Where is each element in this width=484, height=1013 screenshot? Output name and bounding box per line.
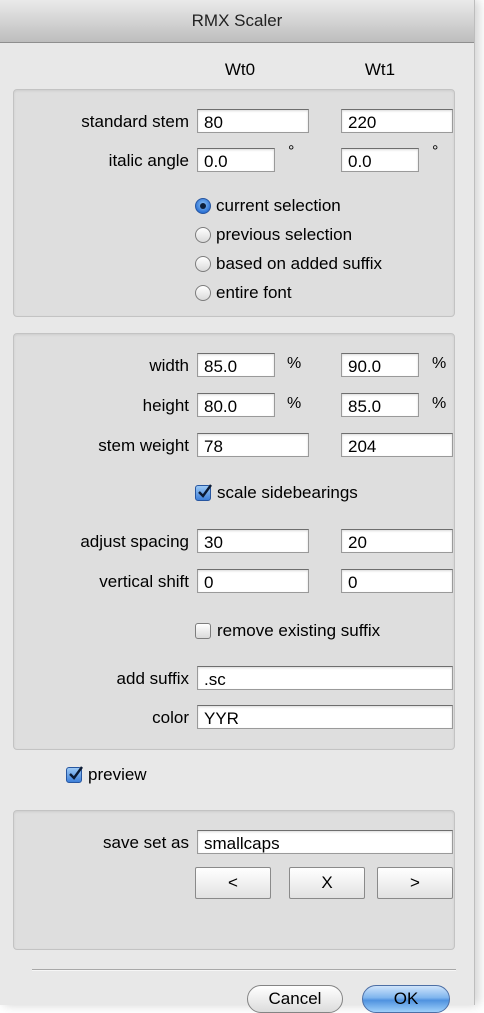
width-wt1-unit: %: [432, 355, 447, 372]
height-wt1-field[interactable]: 85.0: [341, 393, 419, 417]
adjust-spacing-wt0-field[interactable]: 30: [197, 529, 309, 553]
height-wt0-unit: %: [287, 395, 302, 412]
ok-button[interactable]: OK: [362, 985, 450, 1013]
radio-selected-icon: [195, 198, 211, 214]
column-header-wt1: Wt1: [364, 60, 396, 79]
scope-option-based-on-added-suffix[interactable]: based on added suffix: [195, 253, 382, 275]
scale-sidebearings-checkbox[interactable]: scale sidebearings: [195, 482, 358, 504]
stem-weight-wt0-field[interactable]: 78: [197, 433, 309, 457]
italic-angle-wt0-unit: °: [288, 143, 295, 160]
rmx-scaler-window: RMX Scaler Wt0 Wt1 standard stem 80 220 …: [0, 0, 475, 1013]
remove-existing-suffix-checkbox[interactable]: remove existing suffix: [195, 620, 380, 642]
vertical-shift-wt0-field[interactable]: 0: [197, 569, 309, 593]
checkbox-icon: [195, 623, 211, 639]
preview-label: preview: [88, 765, 147, 784]
width-wt1-field[interactable]: 90.0: [341, 353, 419, 377]
color-label: color: [152, 708, 189, 727]
save-set-as-field[interactable]: smallcaps: [197, 830, 453, 854]
width-wt0-unit: %: [287, 355, 302, 372]
window-title: RMX Scaler: [0, 0, 474, 43]
adjust-spacing-wt1-field[interactable]: 20: [341, 529, 453, 553]
scope-option-label: entire font: [216, 283, 292, 302]
remove-existing-suffix-label: remove existing suffix: [217, 621, 381, 640]
separator: [32, 969, 456, 971]
italic-angle-wt0-field[interactable]: 0.0: [197, 148, 275, 172]
standard-stem-wt1-field[interactable]: 220: [341, 109, 453, 133]
italic-angle-wt1-field[interactable]: 0.0: [341, 148, 419, 172]
stems-panel: standard stem 80 220 italic angle 0.0 ° …: [13, 89, 455, 317]
scope-option-label: based on added suffix: [216, 254, 383, 273]
checkbox-checked-icon: [195, 484, 212, 501]
color-field[interactable]: YYR: [197, 705, 453, 729]
height-wt0-field[interactable]: 80.0: [197, 393, 275, 417]
sets-panel: save set as smallcaps < X >: [13, 810, 455, 950]
vertical-shift-label: vertical shift: [99, 572, 189, 591]
next-set-button[interactable]: >: [377, 867, 453, 899]
column-header-wt0: Wt0: [224, 60, 256, 79]
radio-icon: [195, 227, 211, 243]
scope-option-label: previous selection: [216, 225, 353, 244]
width-label: width: [149, 356, 189, 375]
add-suffix-field[interactable]: .sc: [197, 666, 453, 690]
height-wt1-unit: %: [432, 395, 447, 412]
adjust-spacing-label: adjust spacing: [80, 532, 189, 551]
preview-checkbox[interactable]: preview: [66, 764, 147, 786]
scope-option-label: current selection: [216, 196, 341, 215]
standard-stem-label: standard stem: [81, 112, 189, 131]
scope-option-previous-selection[interactable]: previous selection: [195, 224, 352, 246]
checkbox-checked-icon: [66, 766, 83, 783]
scope-option-current-selection[interactable]: current selection: [195, 195, 341, 217]
vertical-shift-wt1-field[interactable]: 0: [341, 569, 453, 593]
radio-icon: [195, 285, 211, 301]
stem-weight-label: stem weight: [98, 436, 189, 455]
add-suffix-label: add suffix: [116, 669, 189, 688]
stem-weight-wt1-field[interactable]: 204: [341, 433, 453, 457]
save-set-as-label: save set as: [103, 833, 189, 852]
delete-set-button[interactable]: X: [289, 867, 365, 899]
previous-set-button[interactable]: <: [195, 867, 271, 899]
scope-option-entire-font[interactable]: entire font: [195, 282, 292, 304]
radio-icon: [195, 256, 211, 272]
scale-sidebearings-label: scale sidebearings: [217, 483, 358, 502]
width-wt0-field[interactable]: 85.0: [197, 353, 275, 377]
italic-angle-label: italic angle: [108, 151, 189, 170]
height-label: height: [142, 396, 189, 415]
cancel-button[interactable]: Cancel: [247, 985, 343, 1013]
italic-angle-wt1-unit: °: [432, 143, 439, 160]
standard-stem-wt0-field[interactable]: 80: [197, 109, 309, 133]
transform-panel: width 85.0 % 90.0 % height 80.0 % 85.0 %…: [13, 333, 455, 750]
